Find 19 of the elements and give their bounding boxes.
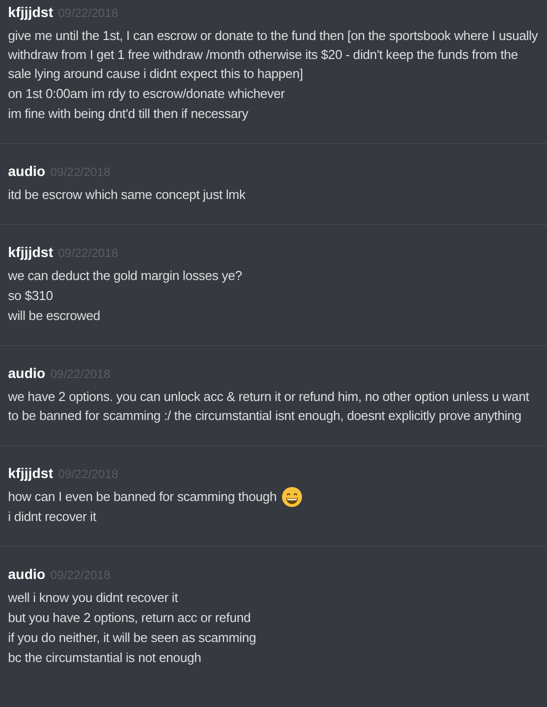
- message-text: will be escrowed: [8, 308, 100, 323]
- username[interactable]: audio: [8, 565, 46, 584]
- username[interactable]: kfjjjdst: [8, 243, 54, 261]
- message-text: but you have 2 options, return acc or refund: [8, 610, 251, 626]
- message-text: if you do neither, it will be seen as scamming: [8, 630, 256, 646]
- message-text: on 1st 0:00am im rdy to escrow/donate whichever: [8, 86, 285, 101]
- username[interactable]: kfjjjdst: [8, 3, 54, 21]
- message-text: we have 2 options. you can unlock acc & return it or refund him, no other option unless u want to be banned for scamming :/ the circumstantial isnt enough, doesnt explicitly prove anything: [8, 389, 530, 423]
- message-text: we can deduct the gold margin losses ye?: [8, 268, 242, 283]
- message-text: so $310: [8, 288, 53, 303]
- message-text: bc the circumstantial is not enough: [8, 650, 202, 666]
- message-text: i didnt recover it: [8, 509, 96, 524]
- message-text: well i know you didnt recover it: [8, 590, 178, 606]
- username[interactable]: audio: [8, 162, 46, 180]
- message-text: itd be escrow which same concept just lmk: [8, 187, 246, 202]
- message-text: how can I even be banned for scamming though: [8, 489, 277, 504]
- username[interactable]: audio: [8, 364, 46, 382]
- username[interactable]: kfjjjdst: [8, 464, 54, 482]
- message-text: im fine with being dnt'd till then if necessary: [8, 106, 248, 121]
